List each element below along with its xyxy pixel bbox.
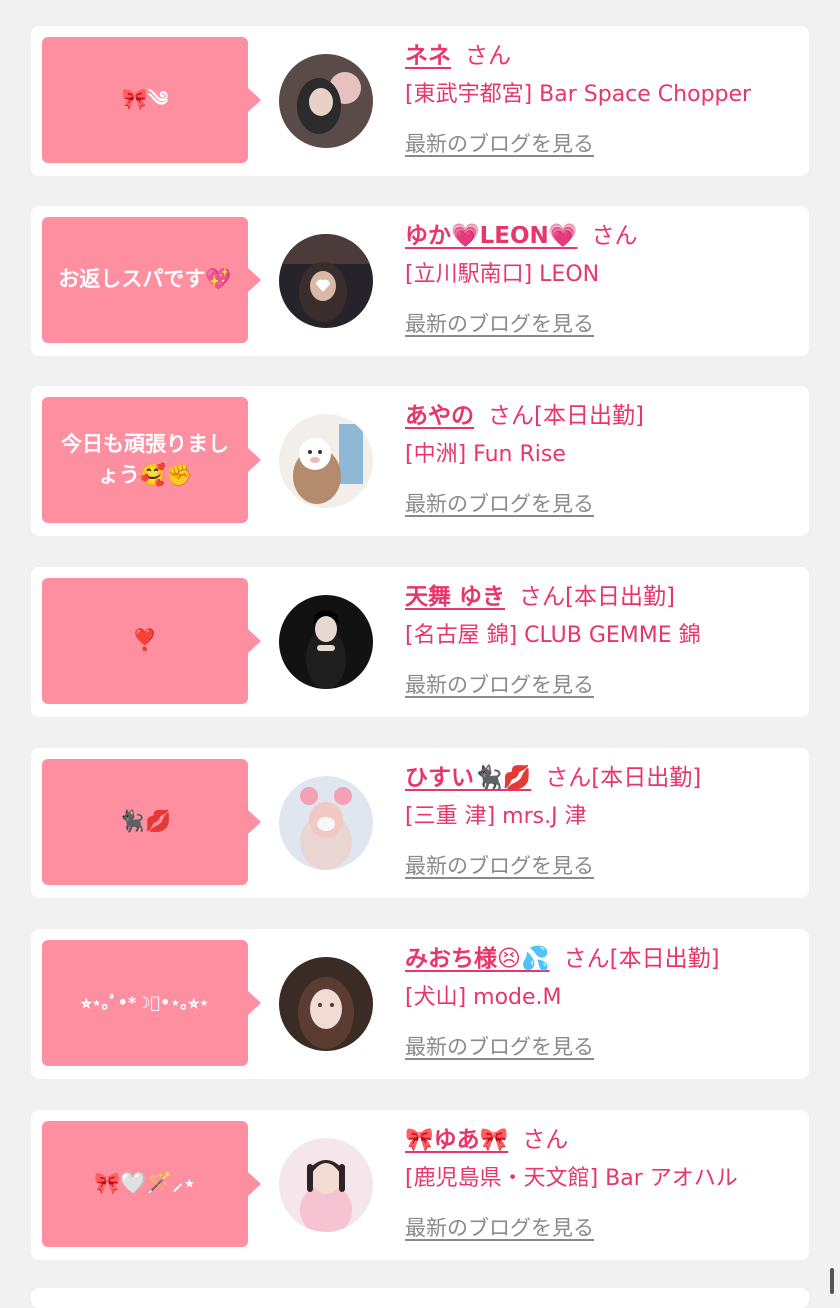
message-text: 🎀༄ xyxy=(121,87,169,112)
latest-blog-link[interactable]: 最新のブログを見る xyxy=(405,308,594,338)
message-text: 今日も頑張りましょう🥰✊ xyxy=(61,431,229,488)
latest-blog-link[interactable]: 最新のブログを見る xyxy=(405,669,594,699)
avatar-photo xyxy=(279,595,373,689)
message-text: 🎀🤍🪄⸝⋆ xyxy=(93,1171,197,1196)
avatar-photo xyxy=(279,234,373,328)
latest-blog-link[interactable]: 最新のブログを見る xyxy=(405,1031,594,1061)
cast-name-link[interactable]: ひすい🐈‍⬛💋 xyxy=(405,765,531,791)
avatar-photo xyxy=(279,957,373,1051)
latest-blog-link[interactable]: 最新のブログを見る xyxy=(405,1212,594,1242)
cast-card: ⭐︎⋆｡ﾟ•*☽ﾟ•⋆｡⭐︎⋆ みおち様😣💦 さん[本日出勤] [犬山] mode… xyxy=(31,929,809,1079)
latest-blog-link[interactable]: 最新のブログを見る xyxy=(405,128,594,158)
shop-text: [犬山] mode.M xyxy=(405,985,562,1010)
avatar[interactable] xyxy=(279,414,373,508)
name-line: 🎀ゆあ🎀 さん xyxy=(405,1124,799,1156)
avatar[interactable] xyxy=(279,234,373,328)
avatar[interactable] xyxy=(279,1138,373,1232)
message-text: ❣️ xyxy=(131,628,159,653)
message-text: 🐈‍⬛💋 xyxy=(118,809,172,834)
cast-info: 天舞 ゆき さん[本日出勤] [名古屋 錦] CLUB GEMME 錦 最新のブロ… xyxy=(405,581,799,699)
cast-info: みおち様😣💦 さん[本日出勤] [犬山] mode.M 最新のブログを見る xyxy=(405,943,799,1061)
message-bubble: 🐈‍⬛💋 xyxy=(42,759,261,885)
avatar[interactable] xyxy=(279,957,373,1051)
cast-info: ネネ さん [東武宇都宮] Bar Space Chopper 最新のブログを見る xyxy=(405,40,799,158)
cast-name-link[interactable]: 🎀ゆあ🎀 xyxy=(405,1127,508,1153)
name-line: 天舞 ゆき さん[本日出勤] xyxy=(405,581,799,613)
latest-blog-link[interactable]: 最新のブログを見る xyxy=(405,850,594,880)
name-line: ゆか💗LEON💗 さん xyxy=(405,220,799,252)
shop-text: [鹿児島県・天文館] Bar アオハル xyxy=(405,1166,738,1191)
cast-name-link[interactable]: 天舞 ゆき xyxy=(405,584,505,610)
shop-text: [立川駅南口] LEON xyxy=(405,262,600,287)
avatar-photo xyxy=(279,54,373,148)
honorific-text: さん[本日出勤] xyxy=(545,765,702,791)
cast-info: ひすい🐈‍⬛💋 さん[本日出勤] [三重 津] mrs.J 津 最新のブログを見る xyxy=(405,762,799,880)
scrollbar[interactable] xyxy=(830,1268,834,1294)
honorific-text: さん[本日出勤] xyxy=(488,403,644,429)
avatar[interactable] xyxy=(279,776,373,870)
cast-card: 🎀༄ ネネ さん [東武宇都宮] Bar Space Chopper 最新のブログ… xyxy=(31,26,809,176)
shop-text: [名古屋 錦] CLUB GEMME 錦 xyxy=(405,623,701,648)
cast-info: 🎀ゆあ🎀 さん [鹿児島県・天文館] Bar アオハル 最新のブログを見る xyxy=(405,1124,799,1242)
message-bubble: 今日も頑張りましょう🥰✊ xyxy=(42,397,261,523)
cast-card-partial xyxy=(31,1288,809,1308)
name-line: ひすい🐈‍⬛💋 さん[本日出勤] xyxy=(405,762,799,794)
avatar-photo xyxy=(279,1138,373,1232)
message-bubble: 🎀🤍🪄⸝⋆ xyxy=(42,1121,261,1247)
message-text: ⭐︎⋆｡ﾟ•*☽ﾟ•⋆｡⭐︎⋆ xyxy=(80,993,210,1012)
avatar[interactable] xyxy=(279,595,373,689)
honorific-text: さん xyxy=(465,43,511,69)
cast-info: あやの さん[本日出勤] [中洲] Fun Rise 最新のブログを見る xyxy=(405,400,799,518)
avatar-photo xyxy=(279,414,373,508)
message-text: お返しスパです💖 xyxy=(58,267,232,292)
message-bubble: 🎀༄ xyxy=(42,37,261,163)
cast-card: ❣️ 天舞 ゆき さん[本日出勤] [名古屋 錦] CLUB GEMME 錦 最新… xyxy=(31,567,809,717)
message-bubble: ❣️ xyxy=(42,578,261,704)
shop-text: [三重 津] mrs.J 津 xyxy=(405,804,587,829)
honorific-text: さん xyxy=(591,223,638,249)
cast-info: ゆか💗LEON💗 さん [立川駅南口] LEON 最新のブログを見る xyxy=(405,220,799,338)
message-bubble: お返しスパです💖 xyxy=(42,217,261,343)
latest-blog-link[interactable]: 最新のブログを見る xyxy=(405,488,594,518)
cast-card: お返しスパです💖 ゆか💗LEON💗 さん [立川駅南口] LEON 最新のブログを… xyxy=(31,206,809,356)
cast-name-link[interactable]: みおち様😣💦 xyxy=(405,946,550,972)
cast-name-link[interactable]: ゆか💗LEON💗 xyxy=(405,223,577,249)
name-line: ネネ さん xyxy=(405,40,799,72)
avatar-photo xyxy=(279,776,373,870)
cast-card: 🎀🤍🪄⸝⋆ 🎀ゆあ🎀 さん [鹿児島県・天文館] Bar アオハル 最新のブログを… xyxy=(31,1110,809,1260)
honorific-text: さん xyxy=(522,1127,569,1153)
shop-text: [東武宇都宮] Bar Space Chopper xyxy=(405,82,752,107)
cast-name-link[interactable]: ネネ xyxy=(405,43,451,69)
honorific-text: さん[本日出勤] xyxy=(519,584,675,610)
message-bubble: ⭐︎⋆｡ﾟ•*☽ﾟ•⋆｡⭐︎⋆ xyxy=(42,940,261,1066)
name-line: みおち様😣💦 さん[本日出勤] xyxy=(405,943,799,975)
cast-card: 今日も頑張りましょう🥰✊ あやの さん[本日出勤] [中洲] Fun Rise 最… xyxy=(31,386,809,536)
cast-name-link[interactable]: あやの xyxy=(405,403,474,429)
shop-text: [中洲] Fun Rise xyxy=(405,442,566,467)
cast-card: 🐈‍⬛💋 ひすい🐈‍⬛💋 さん[本日出勤] [三重 津] mrs.J 津 最新のブ… xyxy=(31,748,809,898)
name-line: あやの さん[本日出勤] xyxy=(405,400,799,432)
honorific-text: さん[本日出勤] xyxy=(563,946,720,972)
avatar[interactable] xyxy=(279,54,373,148)
